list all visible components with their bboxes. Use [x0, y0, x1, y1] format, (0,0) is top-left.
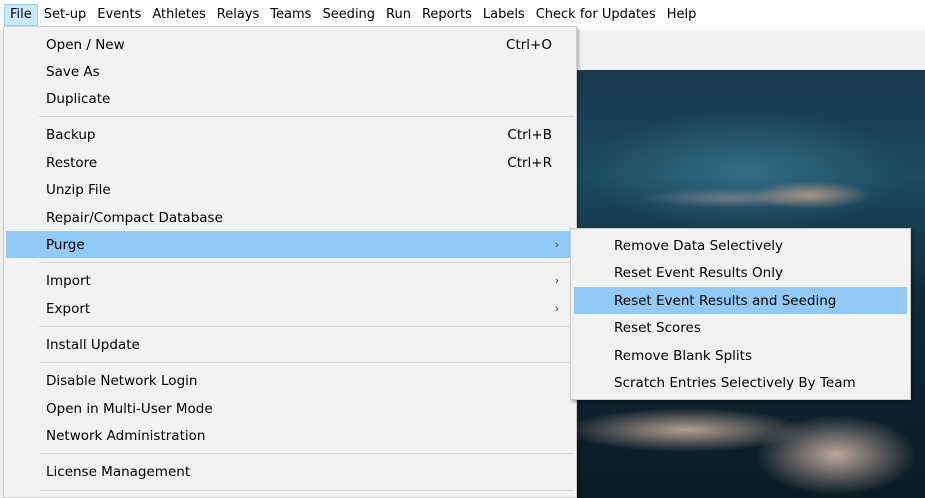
menu-separator	[39, 326, 574, 327]
submenu-item-remove-blank-splits[interactable]: Remove Blank Splits	[574, 342, 907, 369]
menu-item-network-administration[interactable]: Network Administration	[6, 422, 574, 449]
menu-separator	[39, 490, 574, 491]
submenu-item-scratch-entries-selectively-by-team[interactable]: Scratch Entries Selectively By Team	[574, 369, 907, 396]
menu-item-label: Save As	[46, 63, 100, 80]
menu-item-unzip-file[interactable]: Unzip File	[6, 176, 574, 203]
chevron-right-icon: ›	[554, 302, 560, 315]
menu-item-label: Import	[46, 272, 91, 289]
menu-separator	[39, 453, 574, 454]
submenu-item-label: Scratch Entries Selectively By Team	[614, 374, 856, 391]
menu-item-shortcut: Ctrl+R	[507, 154, 552, 171]
menu-item-label: Open in Multi-User Mode	[46, 400, 213, 417]
menu-item-shortcut: Ctrl+O	[506, 36, 552, 53]
menu-item-label: Repair/Compact Database	[46, 209, 223, 226]
menu-item-label: Install Update	[46, 336, 140, 353]
menu-item-duplicate[interactable]: Duplicate	[6, 85, 574, 112]
menu-item-label: Open / New	[46, 36, 125, 53]
menu-item-label: Duplicate	[46, 90, 111, 107]
menu-relays[interactable]: Relays	[212, 4, 265, 26]
menu-set-up[interactable]: Set-up	[39, 4, 92, 26]
menu-events[interactable]: Events	[92, 4, 146, 26]
submenu-item-label: Reset Event Results Only	[614, 264, 783, 281]
chevron-right-icon: ›	[554, 274, 560, 287]
menu-separator	[39, 116, 574, 117]
menu-item-purge[interactable]: Purge ›	[6, 231, 574, 258]
menu-item-open-multi-user-mode[interactable]: Open in Multi-User Mode	[6, 395, 574, 422]
menu-labels[interactable]: Labels	[478, 4, 530, 26]
menu-separator	[39, 262, 574, 263]
menu-item-open-new[interactable]: Open / New Ctrl+O	[6, 31, 574, 58]
menu-item-backup[interactable]: Backup Ctrl+B	[6, 121, 574, 148]
menu-item-license-management[interactable]: License Management	[6, 458, 574, 485]
menu-item-repair-compact-database[interactable]: Repair/Compact Database	[6, 204, 574, 231]
menu-item-label: Restore	[46, 154, 98, 171]
menu-item-label: Disable Network Login	[46, 372, 198, 389]
menu-athletes[interactable]: Athletes	[147, 4, 210, 26]
menu-item-export[interactable]: Export ›	[6, 295, 574, 322]
menu-seeding[interactable]: Seeding	[317, 4, 380, 26]
submenu-item-label: Reset Scores	[614, 319, 701, 336]
menu-item-label: Network Administration	[46, 427, 206, 444]
submenu-item-reset-event-results-only[interactable]: Reset Event Results Only	[574, 259, 907, 286]
submenu-item-label: Reset Event Results and Seeding	[614, 292, 837, 309]
menu-item-install-update[interactable]: Install Update	[6, 331, 574, 358]
menu-item-restore[interactable]: Restore Ctrl+R	[6, 149, 574, 176]
menu-item-disable-network-login[interactable]: Disable Network Login	[6, 367, 574, 394]
chevron-right-icon: ›	[554, 238, 560, 251]
file-dropdown-menu: Open / New Ctrl+O Save As Duplicate Back…	[3, 26, 577, 498]
submenu-item-reset-scores[interactable]: Reset Scores	[574, 314, 907, 341]
menu-separator	[39, 362, 574, 363]
menu-item-label: Purge	[46, 236, 85, 253]
submenu-item-label: Remove Blank Splits	[614, 347, 752, 364]
menu-reports[interactable]: Reports	[417, 4, 477, 26]
menu-item-label: Export	[46, 300, 91, 317]
menu-teams[interactable]: Teams	[265, 4, 316, 26]
menu-item-label: License Management	[46, 463, 191, 480]
menu-help[interactable]: Help	[662, 4, 702, 26]
submenu-item-remove-data-selectively[interactable]: Remove Data Selectively	[574, 232, 907, 259]
menu-run[interactable]: Run	[381, 4, 416, 26]
menu-item-shortcut: Ctrl+B	[507, 126, 552, 143]
submenu-item-label: Remove Data Selectively	[614, 237, 784, 254]
menu-item-import[interactable]: Import ›	[6, 267, 574, 294]
menu-item-save-as[interactable]: Save As	[6, 58, 574, 85]
submenu-item-reset-event-results-and-seeding[interactable]: Reset Event Results and Seeding	[574, 287, 907, 314]
menu-file[interactable]: File	[4, 4, 38, 26]
purge-submenu: Remove Data Selectively Reset Event Resu…	[570, 228, 911, 400]
menu-item-label: Unzip File	[46, 181, 111, 198]
menu-item-label: Backup	[46, 126, 96, 143]
menu-check-for-updates[interactable]: Check for Updates	[531, 4, 661, 26]
